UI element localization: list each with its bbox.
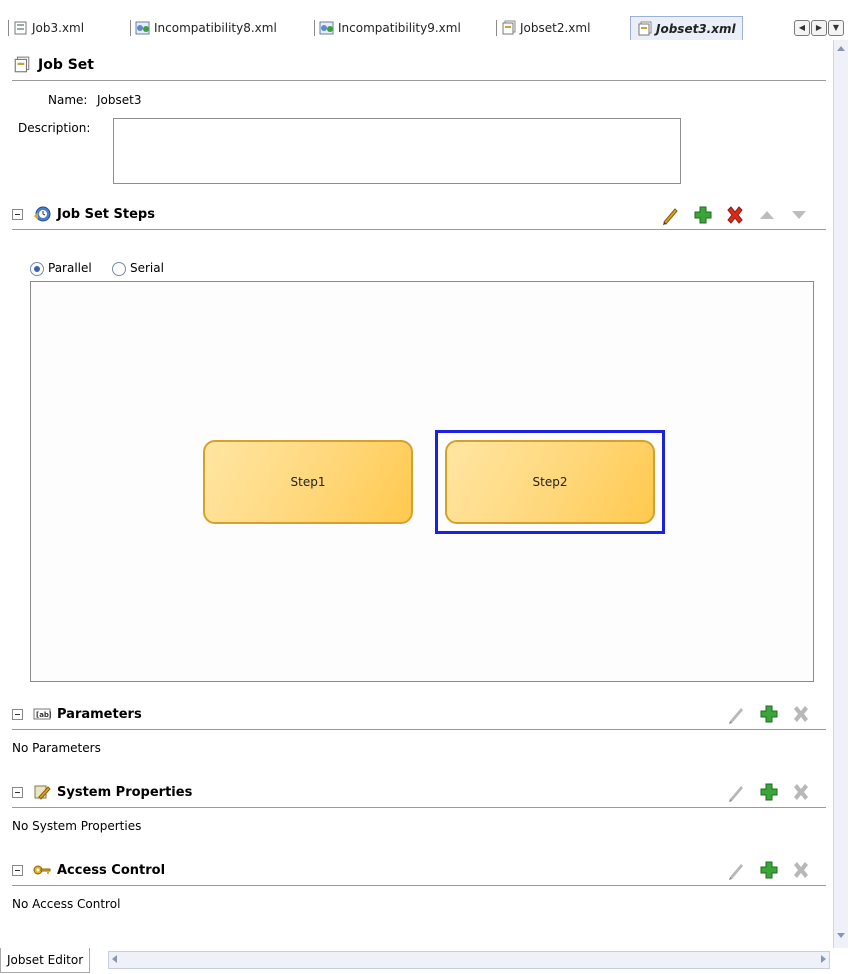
- tab-separator: [8, 20, 9, 36]
- section-title: Access Control: [57, 862, 166, 878]
- editor-bottom-bar: Jobset Editor: [0, 948, 848, 974]
- parameters-empty-text: No Parameters: [12, 741, 101, 755]
- step-node-step1[interactable]: Step1: [203, 440, 413, 524]
- collapse-toggle-icon[interactable]: [12, 708, 23, 720]
- system-properties-icon: [34, 785, 51, 800]
- jobset-file-icon: [502, 20, 516, 35]
- radio-parallel[interactable]: Parallel: [30, 261, 92, 276]
- collapse-toggle-icon[interactable]: [12, 208, 23, 220]
- move-down-icon[interactable]: [788, 204, 810, 226]
- name-label: Name:: [48, 93, 88, 107]
- radio-serial[interactable]: Serial: [112, 261, 164, 276]
- delete-x-icon[interactable]: [724, 204, 746, 226]
- tab-separator: [314, 20, 315, 36]
- tab-label: Incompatibility8.xml: [154, 21, 277, 35]
- job-set-steps-header: Job Set Steps: [12, 206, 155, 222]
- edit-pencil-icon[interactable]: [726, 859, 748, 881]
- section-title: Parameters: [57, 706, 142, 722]
- description-label: Description:: [18, 121, 91, 135]
- tab-jobset3-active[interactable]: Jobset3.xml: [630, 16, 743, 40]
- scroll-tabs-right-icon[interactable]: ▶: [811, 20, 827, 36]
- parameters-divider: [12, 729, 826, 730]
- radio-parallel-button[interactable]: [30, 261, 44, 276]
- header-divider: [12, 80, 826, 81]
- tab-label: Jobset3.xml: [656, 21, 736, 36]
- tab-separator: [496, 20, 497, 36]
- system-properties-header: System Properties: [12, 784, 192, 800]
- job-set-steps-icon: [34, 206, 51, 222]
- incompatibility-file-icon: [319, 21, 334, 35]
- tab-list-dropdown-icon[interactable]: ▼: [828, 20, 844, 36]
- jobset-editor-tab[interactable]: Jobset Editor: [0, 948, 91, 973]
- scroll-right-icon[interactable]: [821, 955, 826, 963]
- parameters-icon: [ab]: [33, 708, 51, 720]
- edit-pencil-icon[interactable]: [726, 703, 748, 725]
- radio-parallel-label: Parallel: [48, 261, 92, 275]
- access-control-empty-text: No Access Control: [12, 897, 121, 911]
- scroll-up-icon[interactable]: [837, 46, 845, 51]
- delete-x-icon[interactable]: [790, 703, 812, 725]
- system-properties-toolbar: [716, 781, 812, 803]
- add-plus-icon[interactable]: [758, 859, 780, 881]
- radio-serial-label: Serial: [130, 261, 164, 275]
- jobset-file-icon: [638, 21, 652, 35]
- delete-x-icon[interactable]: [790, 859, 812, 881]
- edit-pencil-icon[interactable]: [726, 781, 748, 803]
- description-field[interactable]: [113, 118, 681, 184]
- tab-incompatibility9[interactable]: Incompatibility9.xml: [314, 18, 461, 38]
- system-properties-empty-text: No System Properties: [12, 819, 142, 833]
- access-control-divider: [12, 885, 826, 886]
- tab-label: Jobset2.xml: [520, 21, 591, 35]
- step-label: Step1: [290, 475, 326, 489]
- tab-jobset2[interactable]: Jobset2.xml: [496, 18, 590, 38]
- key-icon: [33, 865, 51, 875]
- page-header: Job Set: [12, 56, 94, 74]
- add-plus-icon[interactable]: [692, 204, 714, 226]
- tab-label: Incompatibility9.xml: [338, 21, 461, 35]
- steps-canvas[interactable]: Step1 Step2: [30, 281, 814, 682]
- radio-serial-button[interactable]: [112, 261, 126, 276]
- access-control-toolbar: [716, 859, 812, 881]
- edit-pencil-icon[interactable]: [660, 204, 682, 226]
- add-plus-icon[interactable]: [758, 703, 780, 725]
- collapse-toggle-icon[interactable]: [12, 864, 23, 876]
- editor-tab-bar: Job3.xml Incompatibility8.xml Incompatib…: [0, 0, 848, 40]
- scroll-down-icon[interactable]: [837, 933, 845, 938]
- svg-text:[ab]: [ab]: [36, 711, 51, 719]
- name-value: Jobset3: [97, 93, 142, 107]
- job-file-icon: [14, 21, 27, 35]
- tab-separator: [130, 20, 131, 36]
- tab-navigation: ◀ ▶ ▼: [793, 20, 844, 36]
- add-plus-icon[interactable]: [758, 781, 780, 803]
- vertical-scrollbar[interactable]: [833, 40, 848, 948]
- steps-divider: [12, 229, 826, 230]
- parameters-toolbar: [716, 703, 812, 725]
- parameters-header: [ab] Parameters: [12, 706, 142, 722]
- system-properties-divider: [12, 807, 826, 808]
- horizontal-scrollbar[interactable]: [108, 951, 830, 969]
- tab-label: Job3.xml: [32, 21, 85, 35]
- steps-toolbar: [650, 204, 810, 226]
- access-control-header: Access Control: [12, 862, 165, 878]
- tab-job3[interactable]: Job3.xml: [8, 18, 84, 38]
- step-node-step2[interactable]: Step2: [445, 440, 655, 524]
- incompatibility-file-icon: [135, 21, 150, 35]
- section-title: Job Set Steps: [57, 206, 155, 222]
- tab-incompatibility8[interactable]: Incompatibility8.xml: [130, 18, 277, 38]
- move-up-icon[interactable]: [756, 204, 778, 226]
- section-title: System Properties: [57, 784, 193, 800]
- scroll-left-icon[interactable]: [112, 955, 117, 963]
- delete-x-icon[interactable]: [790, 781, 812, 803]
- collapse-toggle-icon[interactable]: [12, 786, 23, 798]
- step-label: Step2: [532, 475, 568, 489]
- page-title: Job Set: [38, 57, 94, 73]
- scroll-tabs-left-icon[interactable]: ◀: [794, 20, 810, 36]
- jobset-icon: [14, 56, 30, 73]
